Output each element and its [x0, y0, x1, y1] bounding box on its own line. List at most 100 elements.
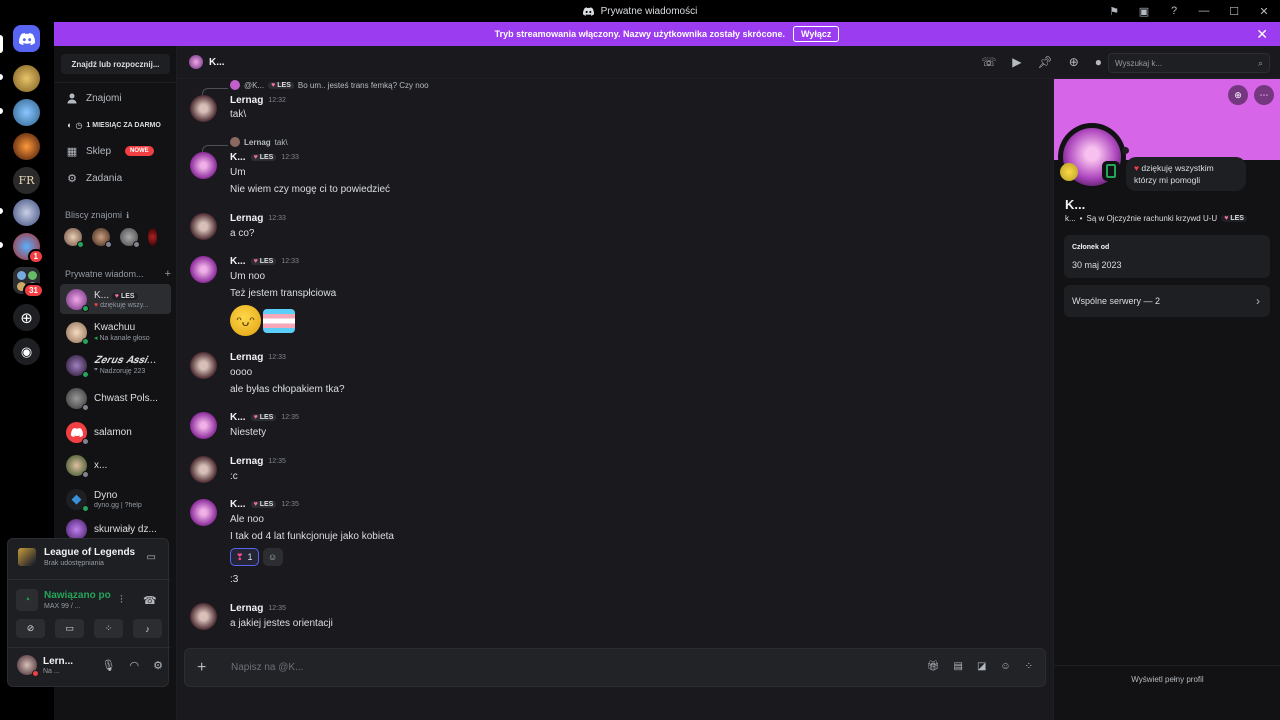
disable-streamer-button[interactable]: Wyłącz: [793, 26, 840, 42]
apps-icon[interactable]: ⁘: [1025, 661, 1033, 672]
nav-shop[interactable]: ▦ Sklep NOWE: [66, 145, 154, 158]
video-call-icon[interactable]: ▶: [1012, 55, 1021, 69]
home-button[interactable]: [13, 25, 40, 52]
explore-button[interactable]: ◉: [13, 338, 40, 365]
avatar[interactable]: [190, 213, 217, 240]
help-icon[interactable]: ?: [1168, 5, 1180, 17]
composer-placeholder[interactable]: Napisz na @K...: [231, 662, 303, 673]
avatar[interactable]: [92, 228, 112, 248]
banner-close-icon[interactable]: ✕: [1256, 26, 1268, 43]
find-conversation-button[interactable]: Znajdź lub rozpocznij...: [61, 54, 170, 74]
avatar[interactable]: [64, 228, 84, 248]
noise-suppression-icon[interactable]: ⫶: [120, 594, 123, 607]
gift-icon[interactable]: 🎁︎: [927, 661, 940, 672]
reaction-heart[interactable]: ❣ 1: [230, 548, 259, 566]
dm-item[interactable]: salamon: [60, 417, 171, 447]
stream-game-icon[interactable]: ▭: [147, 552, 156, 563]
mutual-servers-button[interactable]: Wspólne serwery — 2 ›: [1064, 285, 1270, 317]
message-author[interactable]: K...: [230, 152, 246, 163]
soundboard-button[interactable]: ♪: [133, 619, 162, 638]
dm-item[interactable]: x...: [60, 450, 171, 480]
avatar[interactable]: [190, 256, 217, 283]
server-folder[interactable]: 31: [13, 267, 44, 298]
dm-item[interactable]: Chwast Pols...: [60, 383, 171, 413]
user-profile-icon[interactable]: ●: [1095, 55, 1102, 69]
headphones-icon[interactable]: ◠: [130, 659, 140, 672]
info-icon: ℹ: [126, 210, 130, 220]
server-icon[interactable]: [13, 99, 40, 126]
dm-item[interactable]: Kwachuu ◂ Na kanale głoso: [60, 317, 171, 347]
voice-status[interactable]: Nawiązano po: [44, 590, 111, 601]
inbox-flag-icon[interactable]: ⚑: [1108, 5, 1120, 18]
user-name[interactable]: Lern...: [43, 656, 73, 667]
avatar[interactable]: [17, 655, 39, 677]
avatar[interactable]: [190, 352, 217, 379]
grinning-sweat-emoji-icon[interactable]: ᵔᴗᵔ: [230, 305, 261, 336]
avatar[interactable]: [148, 228, 157, 246]
message-author[interactable]: K...: [230, 499, 246, 510]
game-activity[interactable]: League of Legends Brak udostępniania: [18, 547, 135, 567]
nav-quests[interactable]: ⚙ Zadania: [66, 172, 122, 185]
activities-button[interactable]: ⁘: [94, 619, 123, 638]
message-author[interactable]: Lernag: [230, 456, 263, 467]
dm-item[interactable]: 𝒁𝒆𝒓𝒖𝒔 𝑨𝒔𝒔𝒊... ❞ Nadzoruję 223: [60, 350, 171, 380]
nav-friends[interactable]: Znajomi: [66, 92, 122, 104]
dm-item[interactable]: K... ♥ LES ♥ dziękuję wszy...: [60, 284, 171, 314]
message-author[interactable]: Lernag: [230, 352, 263, 363]
server-icon[interactable]: [13, 65, 40, 92]
close-window-icon[interactable]: ✕: [1258, 5, 1270, 18]
add-server-button[interactable]: ⊕: [13, 304, 40, 331]
maximize-icon[interactable]: ☐: [1228, 5, 1240, 18]
server-icon[interactable]: FR: [13, 167, 40, 194]
add-dm-icon[interactable]: +: [165, 268, 171, 280]
microphone-icon[interactable]: 🎙︎: [102, 659, 116, 672]
camera-off-button[interactable]: ⊘: [16, 619, 45, 638]
avatar[interactable]: [190, 152, 217, 179]
server-icon[interactable]: [13, 199, 40, 226]
dm-status-row: ◂ Na kanale głoso: [94, 334, 150, 342]
chat-title[interactable]: K...: [209, 57, 225, 68]
more-options-button[interactable]: ⋯: [1254, 85, 1274, 105]
add-friend-button[interactable]: ⊕: [1228, 85, 1248, 105]
dm-item[interactable]: ◆ Dyno dyno.gg | ?help: [60, 484, 171, 514]
voice-sub[interactable]: MAX 99 / ...: [44, 603, 111, 610]
message-author[interactable]: Lernag: [230, 603, 263, 614]
view-full-profile-link[interactable]: Wyświetl pełny profil: [1054, 675, 1280, 684]
search-input[interactable]: Wyszukaj k... ⌕: [1108, 53, 1270, 73]
pin-icon[interactable]: 📌︎: [1037, 55, 1052, 69]
tag-label: LES: [120, 292, 135, 300]
unread-pill: [0, 74, 3, 80]
avatar[interactable]: [120, 228, 140, 248]
message-author[interactable]: K...: [230, 256, 246, 267]
reply-preview[interactable]: @K... ♥ LES Bo um.. jesteś trans femką? C…: [230, 80, 429, 90]
gif-icon[interactable]: ▤: [953, 661, 962, 672]
server-icon[interactable]: 1: [13, 233, 44, 264]
reply-preview[interactable]: Lernag tak\: [230, 137, 288, 147]
trans-flag-icon[interactable]: [263, 309, 295, 333]
server-icon[interactable]: [13, 133, 40, 160]
avatar[interactable]: [190, 95, 217, 122]
sticker-icon[interactable]: ◪: [977, 661, 986, 672]
attach-plus-icon[interactable]: +: [197, 659, 206, 677]
user-status[interactable]: Na ...: [43, 668, 73, 675]
disconnect-icon[interactable]: ☎: [143, 594, 157, 607]
avatar[interactable]: [190, 499, 217, 526]
avatar[interactable]: [190, 412, 217, 439]
add-friends-icon[interactable]: ⊕: [1069, 55, 1079, 69]
message-author[interactable]: Lernag: [230, 95, 263, 106]
message-author[interactable]: K...: [230, 412, 246, 423]
minimize-icon[interactable]: —: [1198, 5, 1210, 17]
signal-icon[interactable]: ◔: [16, 589, 38, 611]
voice-call-icon[interactable]: ☏: [981, 55, 996, 69]
message-author[interactable]: Lernag: [230, 213, 263, 224]
emoji-icon[interactable]: ☺: [1000, 661, 1010, 672]
avatar[interactable]: [190, 456, 217, 483]
message-header: K... ♥ LES 12:33: [230, 256, 299, 267]
settings-icon[interactable]: ⚙: [153, 659, 163, 672]
avatar[interactable]: [190, 603, 217, 630]
message-composer[interactable]: + Napisz na @K... 🎁︎ ▤ ◪ ☺ ⁘: [184, 648, 1046, 687]
screen-share-button[interactable]: ▭: [55, 619, 84, 638]
nitro-promo[interactable]: ◖ ◷ 1 MIESIĄC ZA DARMO: [66, 120, 161, 130]
screen-share-icon[interactable]: ▣: [1138, 5, 1150, 18]
add-reaction-button[interactable]: ☺: [262, 548, 283, 566]
